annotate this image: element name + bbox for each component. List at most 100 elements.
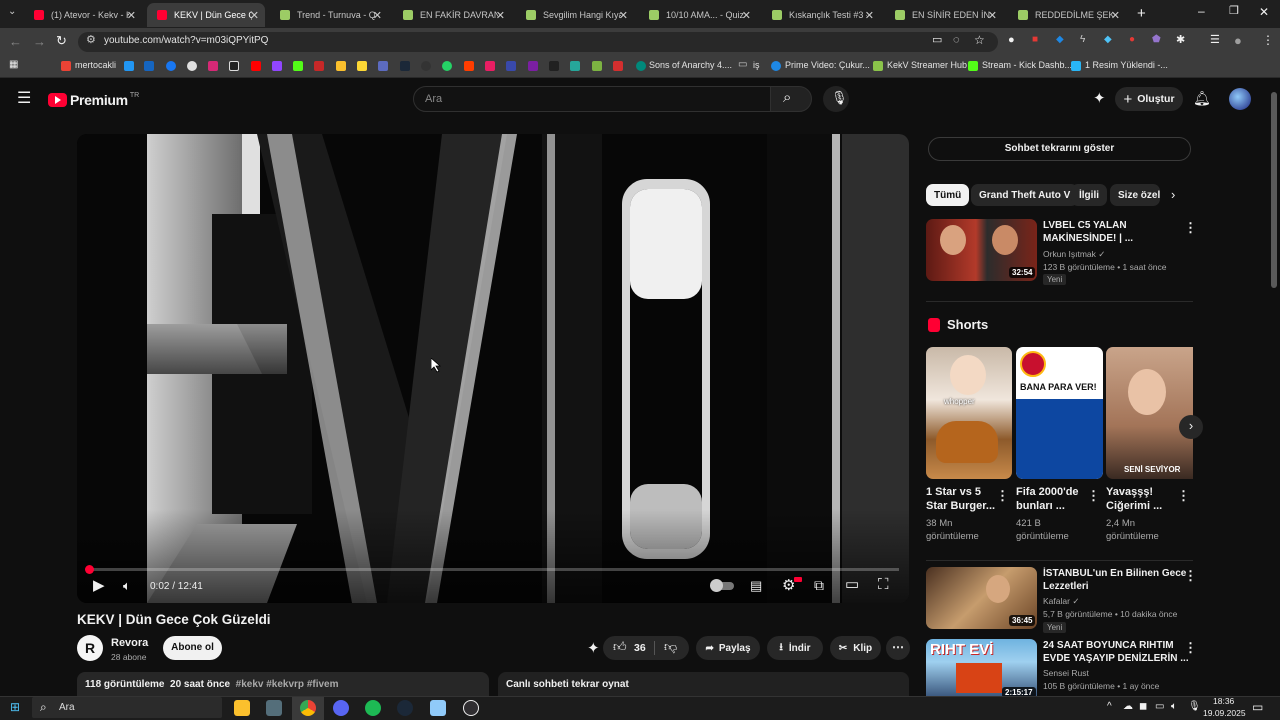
channel-avatar[interactable]: R xyxy=(77,635,103,661)
bookmark-icon[interactable] xyxy=(357,61,367,71)
bookmark-icon[interactable] xyxy=(570,61,580,71)
rec-video-3-channel[interactable]: Sensei Rust xyxy=(1043,668,1089,678)
cast-icon[interactable]: ▭ xyxy=(932,35,942,46)
extension-shield-icon[interactable]: ⬟ xyxy=(1152,35,1161,45)
close-window-icon[interactable]: ✕ xyxy=(1259,6,1269,18)
tab-close-icon[interactable]: ✕ xyxy=(865,9,874,22)
extension-translate-icon[interactable]: ◆ xyxy=(1056,35,1064,45)
short-3-title[interactable]: Yavaşşş! Ciğerimi ... xyxy=(1106,485,1162,513)
extension-tx-icon[interactable]: ◆ xyxy=(1104,35,1112,45)
tab-close-icon[interactable]: ✕ xyxy=(988,9,997,22)
browser-tab-3[interactable]: Trend - Turnuva - Qu ✕ xyxy=(270,3,388,27)
extension-bolt-icon[interactable]: ϟ xyxy=(1080,35,1085,45)
reload-icon[interactable]: ↻ xyxy=(56,34,67,47)
fullscreen-icon[interactable]: ⛶ xyxy=(878,577,889,592)
google-icon[interactable] xyxy=(187,61,197,71)
video-player[interactable]: ▶ 🔈︎ 0:02 / 12:41 ▤ ⚙ ⧉ ▭ ⛶ xyxy=(77,134,909,603)
browser-tab-2[interactable]: KEKV | Dün Gece Çok✕ xyxy=(147,3,265,27)
bookmark-resim-yuklendi[interactable]: 1 Resim Yüklendi -... xyxy=(1085,60,1168,70)
show-chat-replay-button[interactable]: Sohbet tekrarını göster xyxy=(928,137,1191,161)
rec-video-3-title[interactable]: 24 SAAT BOYUNCA RIHTIM EVDE YAŞAYIP DENİZ… xyxy=(1043,639,1189,665)
bookmark-kekv-streamer-hub[interactable]: KekV Streamer Hub xyxy=(887,60,967,70)
page-scrollbar[interactable] xyxy=(1271,92,1277,288)
spotify-icon[interactable] xyxy=(365,700,381,716)
bookmark-icon[interactable] xyxy=(485,61,495,71)
extension-google-icon[interactable]: ● xyxy=(1008,35,1015,46)
clip-button[interactable]: ✂ Klip xyxy=(830,636,881,660)
short-2-title[interactable]: Fifa 2000'de bunları ... xyxy=(1016,485,1079,513)
bookmark-icon[interactable] xyxy=(378,61,388,71)
clock-time[interactable]: 18:36 xyxy=(1213,696,1234,706)
progress-bar[interactable] xyxy=(85,565,899,574)
notification-center-icon[interactable]: ▭ xyxy=(1252,701,1263,713)
extension-star-icon[interactable]: ✦ xyxy=(587,641,600,656)
chip-gta-v[interactable]: Grand Theft Auto V xyxy=(971,184,1079,206)
rec-video-2-menu-icon[interactable]: ⋮ xyxy=(1184,568,1197,584)
bookmark-icon[interactable] xyxy=(314,61,324,71)
site-info-icon[interactable]: ⚙ xyxy=(86,35,96,46)
tab-close-icon[interactable]: ✕ xyxy=(496,9,505,22)
windows-start-icon[interactable]: ⊞ xyxy=(10,701,20,713)
progress-scrubber[interactable] xyxy=(85,565,94,574)
chips-next-icon[interactable]: › xyxy=(1171,188,1175,201)
bookmark-icon[interactable] xyxy=(124,61,134,71)
browser-tab-6[interactable]: 10/10 AMA... - Quizei ✕ xyxy=(639,3,757,27)
github-icon[interactable] xyxy=(421,61,431,71)
short-2-thumbnail[interactable]: BANA PARA VER! xyxy=(1016,347,1103,479)
dislike-icon[interactable]: 👎︎ xyxy=(664,640,677,653)
instagram-icon[interactable] xyxy=(208,61,218,71)
reading-list-icon[interactable]: ☰ xyxy=(1210,35,1220,46)
tab-close-icon[interactable]: ✕ xyxy=(619,9,628,22)
like-icon[interactable]: 👍︎ xyxy=(613,640,627,653)
minimize-icon[interactable]: – xyxy=(1198,5,1205,17)
file-explorer-icon[interactable] xyxy=(234,700,250,716)
rec-video-2-channel[interactable]: Kafalar ✓ xyxy=(1043,596,1079,607)
chip-all[interactable]: Tümü xyxy=(926,184,970,206)
bookmark-star-icon[interactable]: ☆ xyxy=(974,34,985,46)
facebook-icon[interactable] xyxy=(166,61,176,71)
x-icon[interactable] xyxy=(229,61,239,71)
browser-tab-5[interactable]: Sevgilim Hangi Kıyafe✕ xyxy=(516,3,634,27)
whatsapp-icon[interactable] xyxy=(442,61,452,71)
extension-abp-icon[interactable]: ■ xyxy=(1032,35,1038,45)
youtube-icon[interactable] xyxy=(251,61,261,71)
steam-icon[interactable] xyxy=(397,700,413,716)
miniplayer-icon[interactable]: ⧉ xyxy=(814,578,824,592)
bookmark-prime-video[interactable]: Prime Video: Çukur... xyxy=(785,60,870,70)
short-3-menu-icon[interactable]: ⋮ xyxy=(1177,488,1190,504)
theater-mode-icon[interactable]: ▭ xyxy=(845,577,859,592)
description-box[interactable]: 118 görüntüleme 20 saat önce #kekv #kekv… xyxy=(77,672,489,696)
bookmark-icon[interactable] xyxy=(592,61,602,71)
short-2-menu-icon[interactable]: ⋮ xyxy=(1087,488,1100,504)
browser-tab-8[interactable]: EN SİNİR EDEN İNSA✕ xyxy=(885,3,1003,27)
kick-icon[interactable] xyxy=(293,61,303,71)
chip-related[interactable]: İlgili xyxy=(1071,184,1107,206)
autoplay-toggle[interactable] xyxy=(710,579,734,592)
tab-close-icon[interactable]: ✕ xyxy=(742,9,751,22)
bookmark-icon[interactable] xyxy=(506,61,516,71)
calculator-icon[interactable] xyxy=(266,700,282,716)
rec-video-3-menu-icon[interactable]: ⋮ xyxy=(1184,640,1197,656)
browser-tab-7[interactable]: Kıskançlık Testi #3 - Q✕ xyxy=(762,3,880,27)
back-icon[interactable]: ← xyxy=(9,35,22,48)
rec-video-1-title[interactable]: LVBEL C5 YALAN MAKİNESİNDE! | ... xyxy=(1043,219,1133,245)
rec-video-1-channel[interactable]: Orkun Işıtmak ✓ xyxy=(1043,249,1105,260)
bookmark-sons-of-anarchy[interactable]: Sons of Anarchy 4.... xyxy=(649,60,732,70)
obs-icon[interactable] xyxy=(463,700,479,716)
volume-icon[interactable]: 🔈︎ xyxy=(123,579,131,592)
bookmark-icon[interactable] xyxy=(528,61,538,71)
account-avatar[interactable] xyxy=(1229,88,1251,110)
hide-eye-icon[interactable]: ◌ xyxy=(953,35,960,46)
browser-tab-9[interactable]: REDDEDİLME ŞEKİLL✕ xyxy=(1008,3,1126,27)
browser-tab-4[interactable]: EN FAKİR DAVRANIŞ✕ xyxy=(393,3,511,27)
rec-video-1-menu-icon[interactable]: ⋮ xyxy=(1184,220,1197,236)
tab-close-icon[interactable]: ✕ xyxy=(250,9,259,22)
bookmark-icon[interactable] xyxy=(464,61,474,71)
bookmark-folder-is[interactable]: iş xyxy=(753,60,760,70)
search-box[interactable]: Ara xyxy=(413,86,771,112)
bookmark-icon[interactable] xyxy=(336,61,346,71)
shorts-next-button[interactable]: › xyxy=(1179,415,1203,439)
taskbar-search[interactable]: ⌕ Ara xyxy=(32,697,222,718)
extension-red-icon[interactable]: ● xyxy=(1129,35,1135,45)
download-button[interactable]: ⭳ İndir xyxy=(767,636,823,660)
